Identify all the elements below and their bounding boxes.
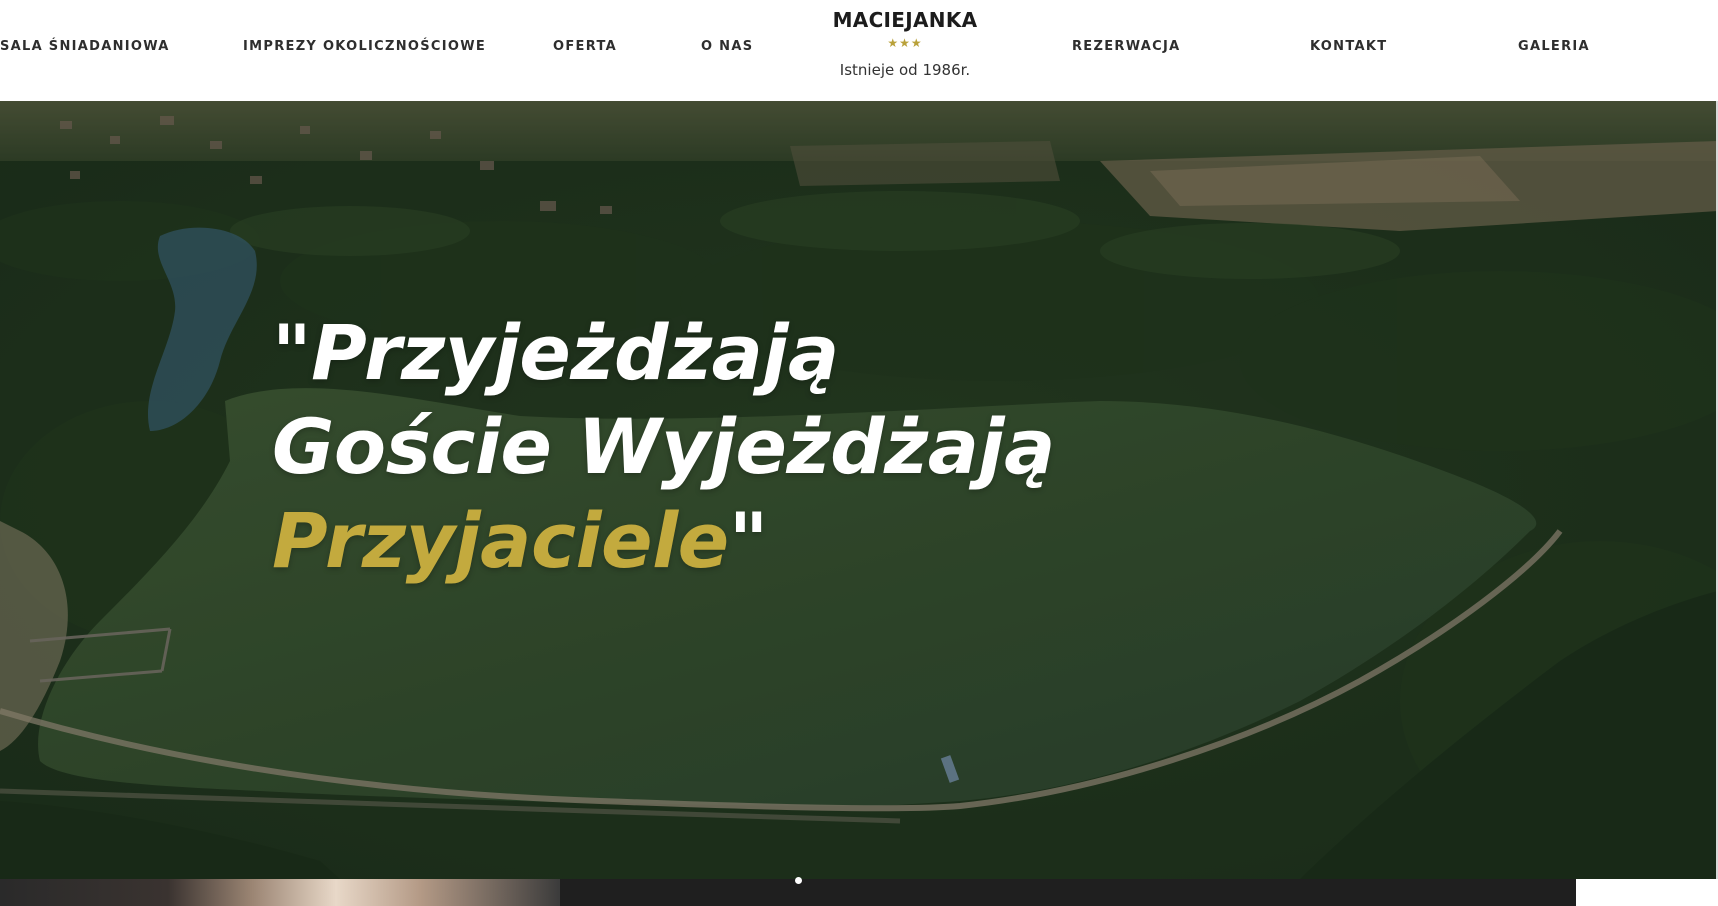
hero-line-3: Przyjaciele" bbox=[272, 494, 1055, 588]
hero-line-2: Goście Wyjeżdżają bbox=[272, 402, 1055, 491]
rating-stars-icon: ★★★ bbox=[887, 36, 923, 50]
next-section-preview bbox=[0, 879, 1576, 906]
slider-dot-indicator[interactable] bbox=[795, 877, 802, 884]
nav-galeria[interactable]: GALERIA bbox=[1518, 39, 1590, 54]
nav-o-nas[interactable]: O NAS bbox=[701, 39, 753, 54]
hero-section: "Przyjeżdżają Goście Wyjeżdżają Przyjaci… bbox=[0, 101, 1718, 879]
hero-closing-quote: " bbox=[728, 496, 769, 585]
hero-line-1: "Przyjeżdżają bbox=[272, 308, 839, 397]
nav-rezerwacja[interactable]: REZERWACJA bbox=[1072, 39, 1180, 54]
nav-kontakt[interactable]: KONTAKT bbox=[1310, 39, 1387, 54]
site-header: SALA ŚNIADANIOWA IMPREZY OKOLICZNOŚCIOWE… bbox=[0, 0, 1718, 101]
page-edge-blank bbox=[1576, 879, 1718, 906]
hero-accent-word: Przyjaciele bbox=[272, 496, 729, 585]
hero-headline: "Przyjeżdżają Goście Wyjeżdżają Przyjaci… bbox=[272, 306, 1055, 588]
brand-tagline: Istnieje od 1986r. bbox=[839, 61, 971, 79]
site-logo[interactable]: MACIEJANKA ★★★ Istnieje od 1986r. bbox=[800, 8, 1010, 79]
nav-sala-sniadaniowa[interactable]: SALA ŚNIADANIOWA bbox=[0, 39, 170, 54]
nav-oferta[interactable]: OFERTA bbox=[553, 39, 617, 54]
food-photo-image bbox=[0, 879, 560, 906]
brand-name: MACIEJANKA bbox=[832, 8, 978, 32]
nav-imprezy-okolicznosciowe[interactable]: IMPREZY OKOLICZNOŚCIOWE bbox=[243, 39, 486, 54]
